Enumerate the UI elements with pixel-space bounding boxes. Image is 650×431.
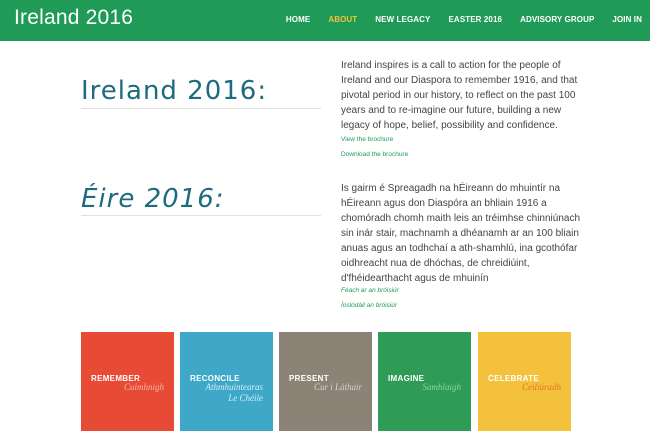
text-line: d'fhéidearthacht agus de mhuinín — [341, 273, 489, 284]
main-nav: HOME ABOUT NEW LEGACY EASTER 2016 ADVISO… — [268, 15, 642, 24]
tile-subtitle-line: Ceiliúradh — [521, 382, 561, 392]
tile-subtitle: Samhlaigh — [422, 382, 461, 393]
english-heading-divider — [81, 108, 321, 109]
text-line: pivotal period in our history, to reflec… — [341, 90, 576, 101]
download-brochure-link-irish[interactable]: Íoslódáil an bróisiúr — [341, 302, 397, 309]
tile-remember[interactable]: REMEMBER Cuimhnigh — [81, 332, 174, 431]
text-line: sin inár stair, machnamh a dhéanamh ar a… — [341, 228, 579, 239]
text-line: oidhreacht nua de dhóchas, de chreidiúin… — [341, 258, 530, 269]
nav-easter-2016[interactable]: EASTER 2016 — [449, 15, 503, 24]
tile-subtitle-line: Cur i Láthair — [313, 382, 362, 392]
text-line: Ireland inspires is a call to action for… — [341, 60, 561, 71]
nav-advisory-group[interactable]: ADVISORY GROUP — [520, 15, 594, 24]
irish-intro-text: Is gairm é Spreagadh na hÉireann do mhui… — [341, 181, 586, 286]
text-line: chomóradh chomh maith leis an tréimhse c… — [341, 213, 581, 224]
text-line: years and to re-imagine our future, buil… — [341, 105, 562, 116]
text-line: anuas agus an todhchaí a ath-shamhlú, in… — [341, 243, 578, 254]
tile-subtitle-line: Le Chéile — [228, 393, 263, 403]
tile-celebrate[interactable]: CELEBRATE Ceiliúradh — [478, 332, 571, 431]
top-navigation-bar: Ireland 2016 HOME ABOUT NEW LEGACY EASTE… — [0, 0, 650, 41]
view-brochure-link[interactable]: View the brochure — [341, 136, 393, 143]
nav-new-legacy[interactable]: NEW LEGACY — [375, 15, 430, 24]
tile-reconcile[interactable]: RECONCILE Athmhuintearas Le Chéile — [180, 332, 273, 431]
site-logo[interactable]: Ireland 2016 — [14, 6, 133, 30]
tile-subtitle: Ceiliúradh — [522, 382, 561, 393]
tile-subtitle-line: Athmhuintearas — [205, 382, 264, 392]
nav-join-in[interactable]: JOIN IN — [612, 15, 642, 24]
nav-about[interactable]: ABOUT — [328, 15, 357, 24]
text-line: Is gairm é Spreagadh na hÉireann do mhui… — [341, 183, 561, 194]
irish-heading-divider — [81, 215, 321, 216]
english-heading: Ireland 2016: — [81, 76, 268, 106]
tile-subtitle-line: Samhlaigh — [422, 382, 461, 392]
tile-subtitle: Cur i Láthair — [314, 382, 362, 393]
nav-home[interactable]: HOME — [286, 15, 310, 24]
tile-subtitle-line: Cuimhnigh — [123, 382, 164, 392]
text-line: legacy of hope, belief, possibility and … — [341, 120, 558, 131]
tile-subtitle: Cuimhnigh — [124, 382, 164, 393]
tile-title: IMAGINE — [388, 374, 425, 383]
tile-subtitle: Athmhuintearas Le Chéile — [206, 382, 264, 404]
text-line: hÉireann agus don Diaspóra an bhliain 19… — [341, 198, 547, 209]
view-brochure-link-irish[interactable]: Féach ar an bróisiúr — [341, 287, 399, 294]
download-brochure-link[interactable]: Download the brochure — [341, 151, 408, 158]
english-intro-text: Ireland inspires is a call to action for… — [341, 58, 586, 133]
irish-heading: Éire 2016: — [81, 184, 225, 214]
tile-imagine[interactable]: IMAGINE Samhlaigh — [378, 332, 471, 431]
tile-present[interactable]: PRESENT Cur i Láthair — [279, 332, 372, 431]
text-line: Ireland and our Diaspora to remember 191… — [341, 75, 578, 86]
